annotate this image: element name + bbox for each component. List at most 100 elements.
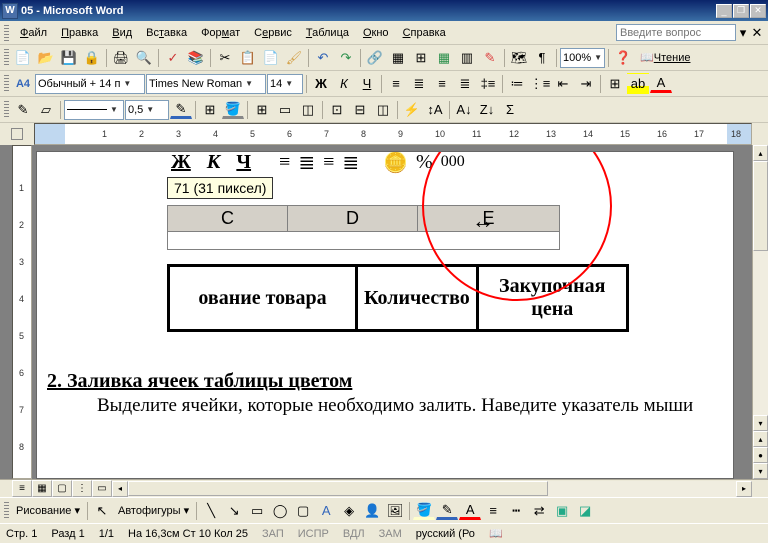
font-dropdown[interactable]: Times New Roman▼ [146, 74, 266, 94]
showall-button[interactable]: ¶ [531, 47, 553, 69]
underline-button[interactable]: Ч [356, 73, 378, 95]
line-weight-dropdown[interactable]: 0,5▼ [125, 100, 169, 120]
prev-page-button[interactable]: ▴ [753, 431, 768, 447]
shadow-button[interactable]: ▣ [551, 500, 573, 522]
menu-table[interactable]: Таблица [299, 25, 356, 41]
increase-indent-button[interactable]: ⇥ [575, 73, 597, 95]
web-view-button[interactable]: ▦ [32, 480, 52, 497]
insert-table-button[interactable]: ⊞ [410, 47, 432, 69]
minimize-button[interactable]: _ [716, 4, 732, 18]
scroll-right-button[interactable]: ▸ [736, 481, 752, 497]
oval-button[interactable]: ◯ [269, 500, 291, 522]
diagram-button[interactable]: ◈ [338, 500, 360, 522]
help-button[interactable]: ❓ [612, 47, 634, 69]
wordart-button[interactable]: A [315, 500, 337, 522]
distribute-rows-button[interactable]: ⊟ [349, 99, 371, 121]
draw-table-button[interactable]: ✎ [12, 99, 34, 121]
line-style-button[interactable]: ≡ [482, 500, 504, 522]
excel-button[interactable]: ▦ [433, 47, 455, 69]
picture-button[interactable]: 🖼 [384, 500, 406, 522]
line-color-button[interactable]: ✎ [436, 501, 458, 520]
ruler-vertical[interactable]: 12345678 [12, 145, 32, 479]
open-button[interactable]: 📂 [35, 47, 57, 69]
arrow-button[interactable]: ↘ [223, 500, 245, 522]
zoom-dropdown[interactable]: 100%▼ [560, 48, 605, 68]
insert-table-button[interactable]: ⊞ [251, 99, 273, 121]
hyperlink-button[interactable]: 🔗 [364, 47, 386, 69]
print-view-button[interactable]: ▢ [52, 480, 72, 497]
styles-pane-button[interactable]: A4 [12, 73, 34, 95]
sort-desc-button[interactable]: Z↓ [476, 99, 498, 121]
mdi-close-button[interactable]: ✕ [750, 22, 764, 44]
select-objects-button[interactable]: ↖ [91, 500, 113, 522]
status-ovr[interactable]: ЗАМ [379, 528, 402, 540]
drawing-button[interactable]: ✎ [479, 47, 501, 69]
outside-border-button[interactable]: ⊞ [199, 99, 221, 121]
align-left-button[interactable]: ≡ [385, 73, 407, 95]
decrease-indent-button[interactable]: ⇤ [552, 73, 574, 95]
outline-view-button[interactable]: ⋮ [72, 480, 92, 497]
eraser-button[interactable]: ▱ [35, 99, 57, 121]
status-rec[interactable]: ЗАП [262, 528, 284, 540]
ruler-horizontal[interactable]: 123456789101112131415161718 [0, 123, 768, 145]
autoformat-button[interactable]: ⚡ [401, 99, 423, 121]
hscroll-thumb[interactable] [128, 481, 548, 496]
font-color-draw-button[interactable]: A [459, 501, 481, 520]
save-button[interactable]: 💾 [58, 47, 80, 69]
align-center-button[interactable]: ≣ [408, 73, 430, 95]
print-button[interactable]: 🖨 [110, 47, 132, 69]
dash-style-button[interactable]: ┅ [505, 500, 527, 522]
textbox-button[interactable]: ▢ [292, 500, 314, 522]
border-color-button[interactable]: ✎ [170, 100, 192, 119]
status-trk[interactable]: ИСПР [298, 528, 329, 540]
next-page-button[interactable]: ▾ [753, 463, 768, 479]
clipart-button[interactable]: 👤 [361, 500, 383, 522]
status-language[interactable]: русский (Ро [416, 528, 475, 540]
split-cells-button[interactable]: ◫ [297, 99, 319, 121]
read-button[interactable]: 📖 Чтение [635, 47, 695, 69]
text-direction-button[interactable]: ↕A [424, 99, 446, 121]
align-cells-button[interactable]: ⊡ [326, 99, 348, 121]
autoshapes-menu[interactable]: Автофигуры ▾ [114, 504, 193, 517]
line-style-dropdown[interactable]: ▼ [64, 100, 124, 120]
permission-button[interactable]: 🔒 [81, 47, 103, 69]
menu-file[interactable]: Файл [13, 25, 54, 41]
paste-button[interactable]: 📄 [260, 47, 282, 69]
autosum-button[interactable]: Σ [499, 99, 521, 121]
font-color-button[interactable]: A [650, 74, 672, 93]
menu-dropdown[interactable]: ▾ [736, 22, 750, 44]
sort-asc-button[interactable]: A↓ [453, 99, 475, 121]
vertical-scrollbar[interactable]: ▴ ▾ ▴ ● ▾ [752, 145, 768, 479]
menu-window[interactable]: Окно [356, 25, 396, 41]
line-spacing-button[interactable]: ‡≡ [477, 73, 499, 95]
toolbar-grip[interactable] [4, 101, 9, 119]
normal-view-button[interactable]: ≡ [12, 480, 32, 497]
borders-button[interactable]: ⊞ [604, 73, 626, 95]
browse-object-button[interactable]: ● [753, 447, 768, 463]
merge-cells-button[interactable]: ▭ [274, 99, 296, 121]
status-spellcheck-icon[interactable]: 📖 [489, 527, 503, 540]
align-justify-button[interactable]: ≣ [454, 73, 476, 95]
menu-insert[interactable]: Вставка [139, 25, 194, 41]
scroll-down-button[interactable]: ▾ [753, 415, 768, 431]
italic-button[interactable]: К [333, 73, 355, 95]
highlight-button[interactable]: ab [627, 73, 649, 95]
copy-button[interactable]: 📋 [237, 47, 259, 69]
research-button[interactable]: 📚 [185, 47, 207, 69]
toolbar-grip[interactable] [4, 49, 9, 67]
menu-format[interactable]: Формат [194, 25, 247, 41]
fill-color-button[interactable]: 🪣 [413, 501, 435, 520]
docmap-button[interactable]: 🗺 [508, 47, 530, 69]
toolbar-grip[interactable] [4, 25, 9, 41]
horizontal-scrollbar[interactable]: ◂ ▸ [112, 480, 752, 497]
columns-button[interactable]: ▥ [456, 47, 478, 69]
redo-button[interactable]: ↷ [335, 47, 357, 69]
cut-button[interactable]: ✂ [214, 47, 236, 69]
shading-color-button[interactable]: 🪣 [222, 100, 244, 119]
drawing-menu[interactable]: Рисование ▾ [12, 504, 84, 517]
new-doc-button[interactable]: 📄 [12, 47, 34, 69]
style-dropdown[interactable]: Обычный + 14 п▼ [35, 74, 145, 94]
document-page[interactable]: Ж К Ч ≡≣≡≣ 🪙 % 000 71 (31 пиксел) C D E [36, 151, 734, 479]
menu-service[interactable]: Сервис [247, 25, 299, 41]
size-dropdown[interactable]: 14▼ [267, 74, 303, 94]
